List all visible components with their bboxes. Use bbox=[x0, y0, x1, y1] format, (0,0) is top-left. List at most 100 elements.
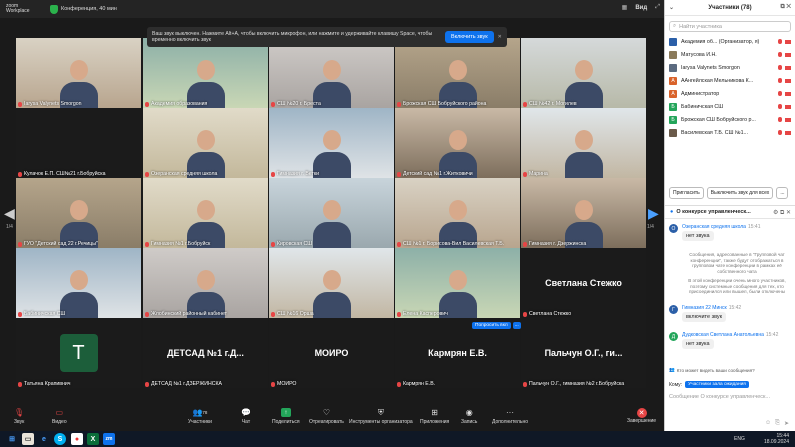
participant-row[interactable]: Академия об... (Организатор, я) bbox=[669, 35, 791, 48]
video-tile[interactable]: СШ №42 г. Могилев bbox=[521, 38, 646, 108]
mute-all-button[interactable]: Выключить звук для всех bbox=[706, 187, 774, 199]
participant-row[interactable]: Б Брожская СШ Бобруйского р... bbox=[669, 113, 791, 126]
video-tile[interactable]: МОИРО МОИРО bbox=[269, 318, 394, 388]
chat-controls-icon[interactable]: ⚙ ⧉ ✕ bbox=[773, 209, 791, 217]
video-tile[interactable]: СШ №20 г. Бреста bbox=[269, 38, 394, 108]
windows-start-icon[interactable]: ⊞ bbox=[6, 433, 18, 445]
react-button[interactable]: ♡ Отреагировать bbox=[309, 408, 344, 425]
view-button[interactable]: ▦ Вид ⤢ bbox=[622, 4, 660, 11]
record-button[interactable]: ◉ Запись bbox=[461, 408, 477, 425]
skype-icon[interactable]: S bbox=[54, 433, 66, 445]
participants-header: ⌄ Участники (78) ⧉ ✕ bbox=[665, 0, 795, 16]
participant-row[interactable]: Василевская Т.Б. СШ №1... bbox=[669, 126, 791, 139]
video-tile[interactable]: Детский сад №1 г.Житковичи bbox=[395, 108, 520, 178]
chrome-icon[interactable]: ● bbox=[71, 433, 83, 445]
next-page-icon[interactable]: ▶ bbox=[648, 205, 659, 222]
file-explorer-icon[interactable]: ▭ bbox=[22, 433, 34, 445]
ask-unmute-button[interactable]: Попросить вкл bbox=[472, 322, 511, 329]
audio-button[interactable]: 🎙 Звук bbox=[14, 408, 24, 425]
message-sender: Дудковская Светлана Анатольевна bbox=[682, 332, 764, 338]
message-text: нет звука bbox=[682, 339, 714, 349]
collapse-icon[interactable]: ⌄ bbox=[669, 4, 674, 11]
video-tile[interactable]: Гимназия №1 г.Бобруйск bbox=[143, 178, 268, 248]
video-tile[interactable]: Жлобинский районный кабинет bbox=[143, 248, 268, 318]
video-tile[interactable]: Озеранская средняя школа bbox=[143, 108, 268, 178]
share-icon: ↑ bbox=[280, 408, 291, 417]
tile-name: СШ №1 г. Борисова-Вил Василевская Т.Б. bbox=[403, 241, 505, 247]
video-tile[interactable]: Елена Касперович bbox=[395, 248, 520, 318]
participants-count: 78 bbox=[202, 410, 208, 415]
mic-muted-icon[interactable] bbox=[778, 91, 782, 96]
video-tile[interactable]: Академия образования bbox=[143, 38, 268, 108]
video-tile[interactable]: Гимназия г. Ветки bbox=[269, 108, 394, 178]
video-tile[interactable]: Бабиничская СШ bbox=[16, 248, 141, 318]
excel-icon[interactable]: X bbox=[87, 433, 99, 445]
emoji-icon[interactable]: ☺ bbox=[765, 420, 771, 427]
unmute-button[interactable]: Включить звук bbox=[444, 31, 494, 43]
who-can-see-link[interactable]: 👥 Кто может видеть ваши сообщения? bbox=[669, 367, 755, 373]
video-tile[interactable]: Брожская СШ Бобруйского района bbox=[395, 38, 520, 108]
mic-muted-icon bbox=[271, 311, 275, 317]
video-tile[interactable]: Кировская СШ bbox=[269, 178, 394, 248]
chat-button[interactable]: 💬 Чат bbox=[241, 408, 251, 425]
popout-icon[interactable]: ⧉ ✕ bbox=[780, 4, 791, 11]
video-tile[interactable]: Гимназия г. Дзержинска bbox=[521, 178, 646, 248]
tile-name-label: ДЕТСАД №1 г.ДЗЕРЖИНСКА bbox=[145, 381, 222, 387]
maximize-icon[interactable]: ⤢ bbox=[655, 4, 660, 11]
participant-row[interactable]: А AАнгейлская Мельникова К... bbox=[669, 74, 791, 87]
close-icon[interactable]: ✕ bbox=[498, 34, 502, 40]
participant-row[interactable]: Матусова И.Н. bbox=[669, 48, 791, 61]
mic-muted-icon[interactable] bbox=[778, 130, 782, 135]
tile-more-button[interactable]: ... bbox=[512, 322, 521, 329]
mic-muted-icon[interactable] bbox=[778, 104, 782, 109]
shield-icon[interactable] bbox=[50, 4, 58, 14]
zoom-task-icon[interactable]: zm bbox=[103, 433, 115, 445]
recipient-dropdown[interactable]: Участники зала ожидания bbox=[685, 381, 749, 388]
page-indicator-right: 1/4 bbox=[647, 224, 654, 230]
language-indicator[interactable]: ENG bbox=[734, 436, 745, 442]
tile-name-label: Бабиничская СШ bbox=[18, 311, 65, 317]
system-clock[interactable]: 15:44 18.09.2024 bbox=[764, 433, 789, 445]
more-button[interactable]: ··· Дополнительно bbox=[492, 408, 528, 425]
participant-row[interactable]: Б Бабиничская СШ bbox=[669, 100, 791, 113]
invite-button[interactable]: Пригласить bbox=[669, 187, 704, 199]
tile-name: Бабиничская СШ bbox=[24, 311, 66, 317]
video-tile[interactable]: Марина bbox=[521, 108, 646, 178]
tile-name: Кировская СШ bbox=[277, 241, 313, 247]
participant-display-name: Пальчун О.Г., ги... bbox=[544, 348, 623, 358]
host-tools-button[interactable]: ⛨ Инструменты организатора bbox=[349, 408, 413, 426]
prev-page-icon[interactable]: ◀ bbox=[4, 205, 15, 222]
video-tile[interactable]: Кулачок Е.П. СШ№21 г.Бобруйска bbox=[16, 108, 141, 178]
more-label: Дополнительно bbox=[492, 419, 528, 425]
mic-muted-icon[interactable] bbox=[778, 39, 782, 44]
participant-row[interactable]: Iarysa Valynets Smorgon bbox=[669, 61, 791, 74]
video-tile[interactable]: Iarysa Valynets Smorgon bbox=[16, 38, 141, 108]
participant-row[interactable]: А Администратор bbox=[669, 87, 791, 100]
share-button[interactable]: ↑ Поделиться bbox=[272, 408, 300, 425]
send-icon[interactable]: ➤ bbox=[784, 420, 789, 427]
mic-muted-icon[interactable] bbox=[778, 78, 782, 83]
participants-button[interactable]: 👥 78 Участники bbox=[188, 408, 212, 425]
video-tile[interactable]: ДЕТСАД №1 г.Д... ДЕТСАД №1 г.ДЗЕРЖИНСКА bbox=[143, 318, 268, 388]
people-icon: 👥 bbox=[669, 367, 675, 372]
video-tile[interactable]: ГУО "Детский сад 22 г.Речицы" bbox=[16, 178, 141, 248]
apps-button[interactable]: ⊞ Приложения bbox=[420, 408, 449, 425]
video-tile[interactable]: T Татьяна Крапивнич bbox=[16, 318, 141, 388]
video-tile[interactable]: СШ №16 Орша bbox=[269, 248, 394, 318]
mic-muted-icon[interactable] bbox=[778, 65, 782, 70]
participant-search-input[interactable]: ⌕ Найти участника bbox=[669, 21, 791, 32]
video-tile[interactable]: СШ №1 г. Борисова-Вил Василевская Т.Б. bbox=[395, 178, 520, 248]
chat-input[interactable]: Сообщение О конкурсе управленческ... bbox=[669, 394, 791, 400]
apps-icon: ⊞ bbox=[431, 408, 438, 417]
chat-message: Г Гимназия 22 Минск 15:42 включите звук bbox=[669, 305, 791, 322]
file-icon[interactable]: ⎘ bbox=[775, 420, 780, 427]
video-tile[interactable]: Светлана Стежко Светлана Стежко bbox=[521, 248, 646, 318]
mic-muted-icon[interactable] bbox=[778, 117, 782, 122]
edge-icon[interactable]: e bbox=[38, 433, 50, 445]
mic-muted-icon[interactable] bbox=[778, 52, 782, 57]
video-tile[interactable]: Пальчун О.Г., ги... Пальчун О.Г., гимнази… bbox=[521, 318, 646, 388]
mic-muted-icon bbox=[397, 241, 401, 247]
end-button[interactable]: ✕ Завершение bbox=[627, 408, 656, 424]
video-button[interactable]: ▭ Видео bbox=[52, 408, 67, 425]
participants-more-button[interactable]: ... bbox=[776, 187, 789, 199]
